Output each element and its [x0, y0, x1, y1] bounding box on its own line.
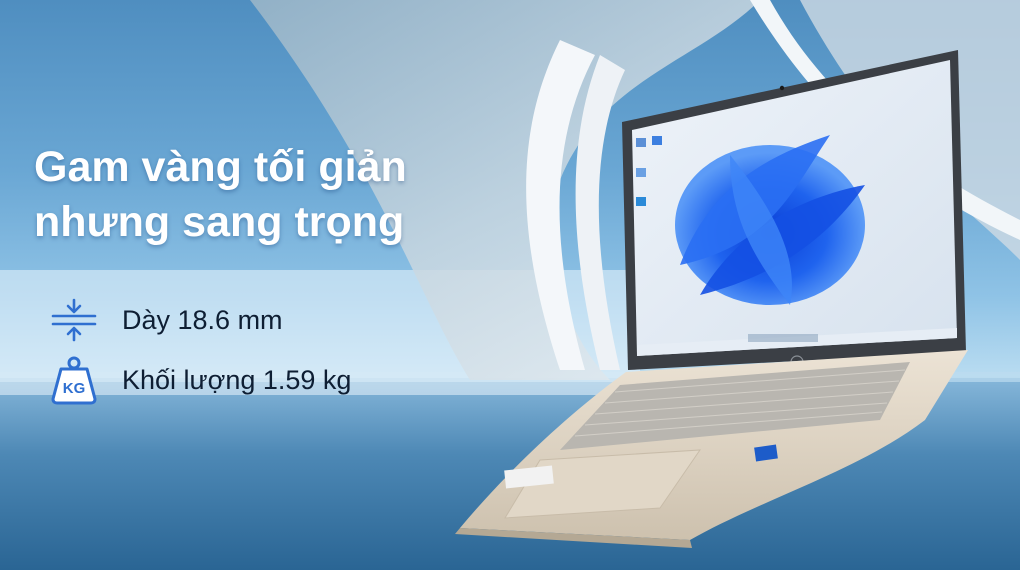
thickness-compress-icon — [46, 294, 102, 346]
weight-kg-icon: KG — [46, 354, 102, 406]
laptop-scene-image — [0, 0, 1020, 570]
spec-weight: KG Khối lượng 1.59 kg — [46, 354, 351, 406]
spec-thickness-label: Dày 18.6 mm — [122, 304, 283, 335]
headline: Gam vàng tối giản nhưng sang trọng — [34, 140, 407, 250]
spec-weight-label: Khối lượng 1.59 kg — [122, 364, 352, 395]
product-banner: Gam vàng tối giản nhưng sang trọng Dày 1… — [0, 0, 1020, 570]
headline-line-2: nhưng sang trọng — [34, 198, 405, 246]
headline-line-1: Gam vàng tối giản — [34, 143, 407, 191]
spec-thickness: Dày 18.6 mm — [46, 294, 283, 346]
svg-text:KG: KG — [63, 380, 86, 397]
